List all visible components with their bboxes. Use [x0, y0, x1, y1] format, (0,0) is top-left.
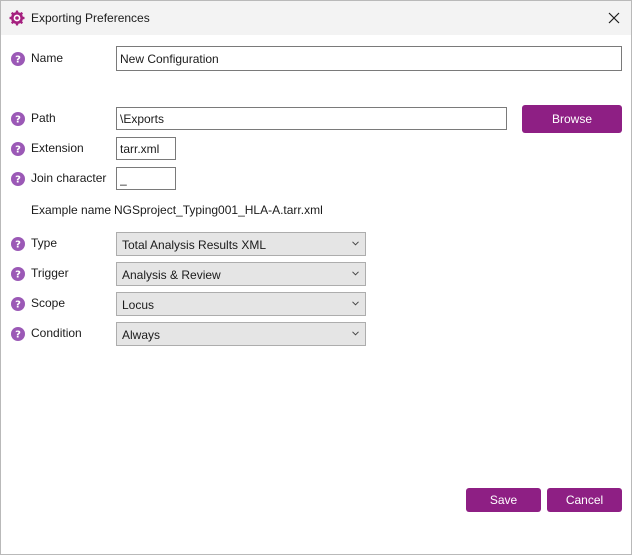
condition-value: Always [122, 328, 161, 342]
save-button[interactable]: Save [466, 488, 541, 512]
window-title: Exporting Preferences [31, 11, 150, 25]
svg-text:?: ? [15, 300, 21, 311]
help-icon[interactable]: ? [11, 327, 25, 341]
path-input[interactable] [116, 107, 507, 130]
join-character-label: Join character [31, 171, 107, 185]
svg-text:?: ? [15, 145, 21, 156]
close-button[interactable] [600, 5, 628, 31]
help-icon[interactable]: ? [11, 52, 25, 66]
gear-app-icon [9, 10, 25, 26]
trigger-value: Analysis & Review [122, 268, 221, 282]
chevron-down-icon [352, 331, 359, 336]
scope-select[interactable]: Locus [116, 292, 366, 316]
scope-label: Scope [31, 296, 66, 310]
svg-text:?: ? [15, 55, 21, 66]
help-icon[interactable]: ? [11, 267, 25, 281]
close-icon [608, 12, 620, 24]
help-icon[interactable]: ? [11, 237, 25, 251]
help-icon[interactable]: ? [11, 297, 25, 311]
browse-button[interactable]: Browse [522, 105, 622, 133]
type-value: Total Analysis Results XML [122, 238, 267, 252]
svg-text:?: ? [15, 175, 21, 186]
svg-text:?: ? [15, 115, 21, 126]
svg-text:?: ? [15, 270, 21, 281]
example-name-label: Example name [31, 203, 112, 217]
type-select[interactable]: Total Analysis Results XML [116, 232, 366, 256]
title-bar: Exporting Preferences [1, 1, 631, 35]
name-input[interactable] [116, 46, 622, 71]
path-label: Path [31, 111, 56, 125]
exporting-preferences-dialog: Exporting Preferences ? Name ? Path Brow… [0, 0, 632, 555]
help-icon[interactable]: ? [11, 112, 25, 126]
help-icon[interactable]: ? [11, 142, 25, 156]
example-name-value: NGSproject_Typing001_HLA-A.tarr.xml [114, 203, 323, 217]
trigger-label: Trigger [31, 266, 69, 280]
extension-input[interactable] [116, 137, 176, 160]
chevron-down-icon [352, 241, 359, 246]
chevron-down-icon [352, 301, 359, 306]
join-character-input[interactable] [116, 167, 176, 190]
trigger-select[interactable]: Analysis & Review [116, 262, 366, 286]
scope-value: Locus [122, 298, 155, 312]
help-icon[interactable]: ? [11, 172, 25, 186]
svg-text:?: ? [15, 240, 21, 251]
type-label: Type [31, 236, 58, 250]
svg-text:?: ? [15, 330, 21, 341]
condition-select[interactable]: Always [116, 322, 366, 346]
condition-label: Condition [31, 326, 82, 340]
extension-label: Extension [31, 141, 84, 155]
chevron-down-icon [352, 271, 359, 276]
cancel-button[interactable]: Cancel [547, 488, 622, 512]
name-label: Name [31, 51, 64, 65]
